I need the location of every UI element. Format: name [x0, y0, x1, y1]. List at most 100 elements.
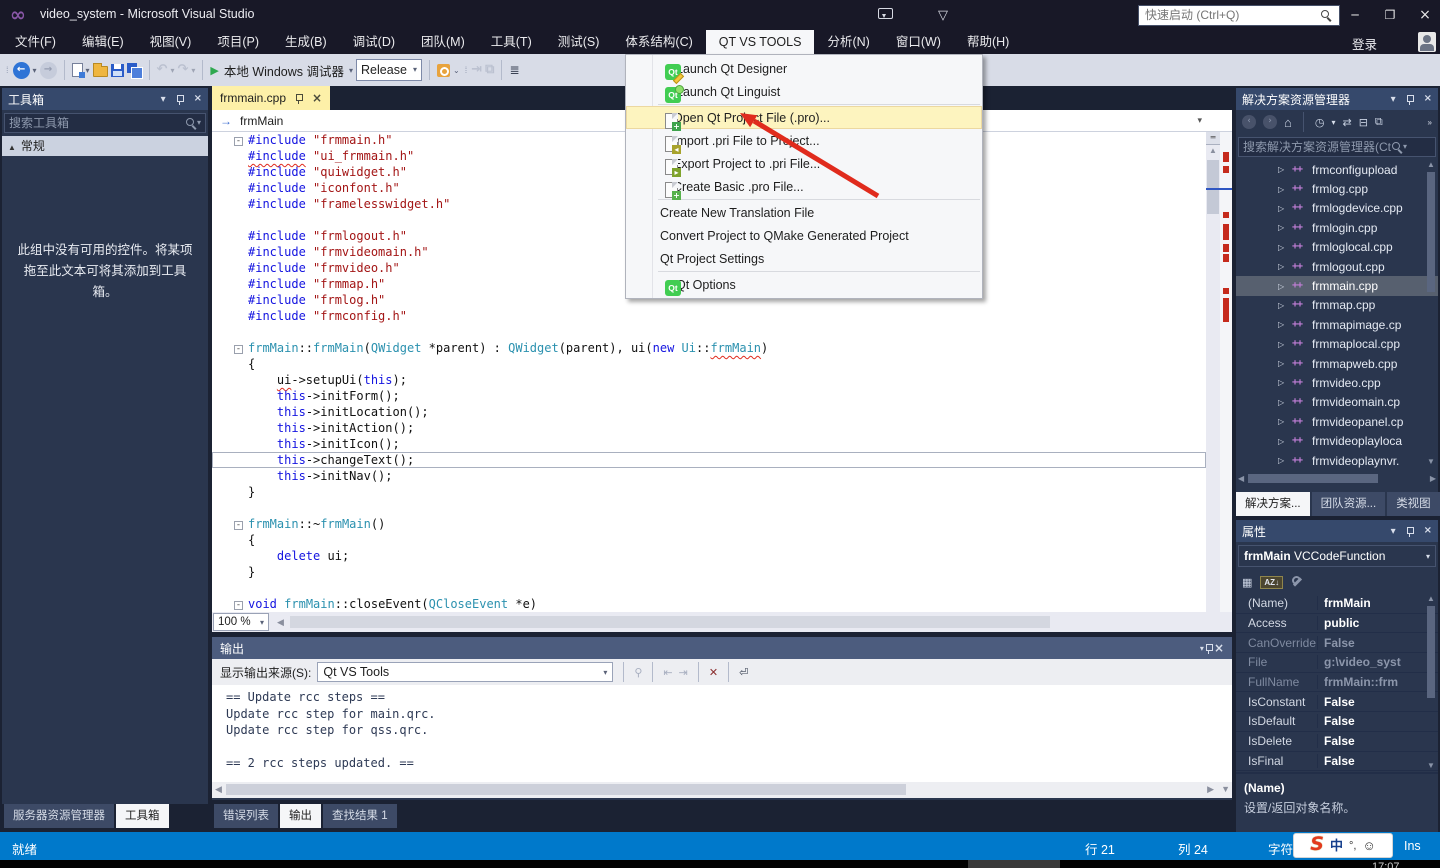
property-value[interactable]: frmMain [1318, 596, 1424, 610]
minimize-button[interactable]: ─ [1340, 6, 1370, 24]
close-button[interactable]: × [1410, 6, 1440, 24]
solution-file[interactable]: ▷++frmvideoplayloca [1236, 431, 1438, 450]
next-message-icon[interactable]: ⇥ [679, 666, 688, 679]
menu-item[interactable]: 文件(F) [2, 30, 69, 54]
property-pages-icon[interactable] [1291, 576, 1303, 588]
redo-button[interactable]: ↷ [177, 63, 188, 77]
window-position-icon[interactable]: ▾ [1391, 526, 1396, 537]
chevron-down-icon[interactable]: ▾ [1197, 115, 1202, 126]
scrollbar-thumb[interactable] [226, 784, 906, 795]
property-value[interactable]: False [1318, 636, 1424, 650]
tree-vertical-scrollbar[interactable]: ▲ ▼ [1425, 160, 1437, 466]
search-icon[interactable] [1391, 141, 1403, 153]
sogou-logo-icon[interactable]: S [1310, 835, 1324, 854]
search-icon[interactable] [1320, 9, 1332, 21]
chevron-down-icon[interactable]: ▾ [1331, 118, 1335, 127]
expander-arrow-icon[interactable]: ▷ [1278, 204, 1292, 213]
expander-arrow-icon[interactable]: ▷ [1278, 243, 1292, 252]
expander-arrow-icon[interactable]: ▷ [1278, 320, 1292, 329]
splitter-handle[interactable]: ═ [1206, 132, 1220, 145]
solution-file[interactable]: ▷++frmlogin.cpp [1236, 218, 1438, 237]
collapse-all-icon[interactable]: ⊟ [1359, 116, 1368, 129]
menu-item[interactable]: 帮助(H) [954, 30, 1022, 54]
expander-arrow-icon[interactable]: ▷ [1278, 437, 1292, 446]
menu-item[interactable]: Export Project to .pri File... [626, 152, 982, 175]
property-value[interactable]: False [1318, 695, 1424, 709]
toolbox-section-general[interactable]: ▲常规 [2, 136, 208, 156]
menu-item[interactable]: 编辑(E) [69, 30, 137, 54]
property-value[interactable]: False [1318, 754, 1424, 768]
save-all-button[interactable] [127, 63, 142, 77]
property-value[interactable]: frmMain::frm [1318, 675, 1424, 689]
close-icon[interactable]: × [1424, 526, 1432, 536]
property-row[interactable]: Accesspublic [1236, 614, 1438, 634]
scrollbar-thumb[interactable] [1427, 172, 1435, 292]
horizontal-scrollbar-thumb[interactable] [290, 616, 1050, 628]
solution-tab-tab[interactable]: 类视图 [1387, 492, 1440, 516]
quick-launch-input[interactable]: 快速启动 (Ctrl+Q) [1138, 5, 1340, 26]
home-icon[interactable]: ⌂ [1284, 115, 1292, 130]
scroll-up-arrow-icon[interactable]: ▲ [1425, 160, 1437, 169]
expander-arrow-icon[interactable]: ▷ [1278, 262, 1292, 271]
output-source-select[interactable]: Qt VS Tools▾ [317, 662, 613, 682]
fold-marker-icon[interactable]: - [234, 601, 243, 610]
pin-icon[interactable] [175, 94, 185, 105]
ime-language-toggle[interactable]: 中 [1330, 839, 1343, 852]
scrollbar-thumb[interactable] [1427, 606, 1435, 698]
property-row[interactable]: FullNamefrmMain::frm [1236, 673, 1438, 693]
feedback-icon[interactable] [878, 8, 893, 19]
breadcrumb[interactable]: frmMain [240, 114, 283, 128]
bottom-dock-tab[interactable]: 错误列表 [214, 804, 278, 828]
menu-item[interactable]: Launch Qt Designer [626, 57, 982, 80]
scroll-down-arrow-icon[interactable]: ▼ [1425, 457, 1437, 466]
open-file-button[interactable] [93, 66, 108, 77]
scroll-down-arrow-icon[interactable]: ▼ [1221, 784, 1230, 794]
expander-arrow-icon[interactable]: ▷ [1278, 340, 1292, 349]
solution-file[interactable]: ▷++frmmain.cpp [1236, 276, 1438, 295]
chevron-down-icon[interactable]: ▾ [191, 66, 195, 75]
menu-item[interactable]: Create New Translation File [626, 201, 982, 224]
property-value[interactable]: False [1318, 734, 1424, 748]
save-button[interactable] [111, 64, 124, 77]
solution-tab-active[interactable]: 解决方案... [1236, 492, 1310, 516]
solution-file[interactable]: ▷++frmmap.cpp [1236, 296, 1438, 315]
solution-file[interactable]: ▷++frmvideomain.cp [1236, 393, 1438, 412]
bottom-dock-tab[interactable]: 查找结果 1 [323, 804, 397, 828]
menu-item[interactable]: Launch Qt Linguist [626, 80, 982, 103]
scroll-up-arrow-icon[interactable]: ▲ [1206, 146, 1220, 155]
solution-file[interactable]: ▷++frmmapweb.cpp [1236, 354, 1438, 373]
user-avatar-icon[interactable] [1418, 32, 1436, 52]
solution-file[interactable]: ▷++frmvideopanel.cp [1236, 412, 1438, 431]
close-icon[interactable]: × [312, 93, 322, 103]
property-value[interactable]: g:\video_syst [1318, 655, 1424, 669]
solution-file[interactable]: ▷++frmmapimage.cp [1236, 315, 1438, 334]
property-row[interactable]: IsConstantFalse [1236, 692, 1438, 712]
menu-item[interactable]: 体系结构(C) [612, 30, 705, 54]
solution-tree[interactable]: ▷++frmconfigupload▷++frmlog.cpp▷++frmlog… [1236, 160, 1438, 470]
filter-icon[interactable]: ▽ [938, 7, 948, 23]
scroll-left-arrow-icon[interactable]: ◀ [215, 784, 222, 795]
expander-arrow-icon[interactable]: ▷ [1278, 378, 1292, 387]
scrollbar-thumb[interactable] [1207, 160, 1219, 214]
menu-item[interactable]: Convert Project to QMake Generated Proje… [626, 224, 982, 247]
overflow-icon[interactable]: » [1428, 118, 1432, 127]
property-row[interactable]: IsDefaultFalse [1236, 712, 1438, 732]
property-row[interactable]: CanOverrideFalse [1236, 633, 1438, 653]
sync-with-active-document-icon[interactable]: ⇄ [1342, 116, 1351, 129]
pin-icon[interactable] [1405, 94, 1415, 105]
menu-item[interactable]: 项目(P) [204, 30, 272, 54]
menu-item[interactable]: 调试(D) [340, 30, 408, 54]
output-horizontal-scrollbar[interactable]: ◀ ▶ ▼ [212, 782, 1232, 798]
grid-vertical-scrollbar[interactable]: ▲ ▼ [1425, 594, 1437, 770]
previous-message-icon[interactable]: ⇤ [663, 666, 672, 679]
alphabetical-sort-icon[interactable]: AZ↓ [1260, 576, 1283, 589]
solution-file[interactable]: ▷++frmlog.cpp [1236, 179, 1438, 198]
menu-item[interactable]: Import .pri File to Project... [626, 129, 982, 152]
expander-arrow-icon[interactable]: ▷ [1278, 223, 1292, 232]
tab-frmmain-cpp[interactable]: frmmain.cpp × [212, 86, 330, 110]
solution-file[interactable]: ▷++frmvideoplaynvr. [1236, 451, 1438, 470]
output-log[interactable]: == Update rcc steps ==Update rcc step fo… [212, 685, 1232, 782]
solution-file[interactable]: ▷++frmlogdevice.cpp [1236, 199, 1438, 218]
property-row[interactable]: Fileg:\video_syst [1236, 653, 1438, 673]
menu-item[interactable]: Qt Options [626, 273, 982, 296]
